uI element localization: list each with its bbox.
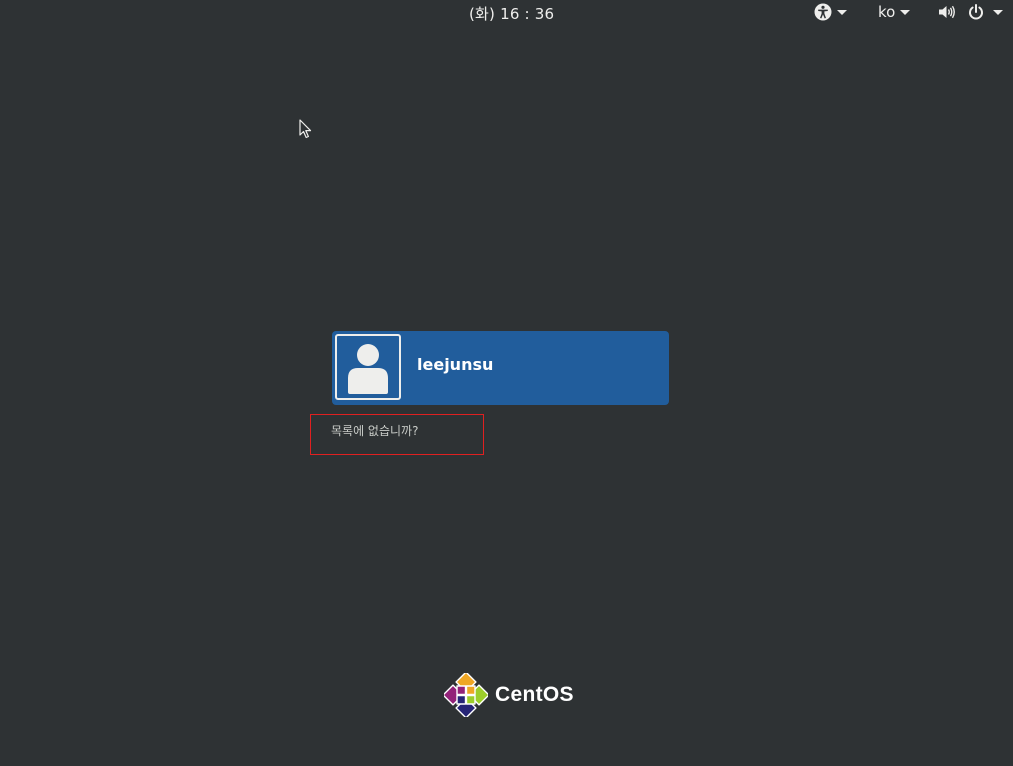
- logo-text: CentOS: [495, 683, 574, 706]
- system-menu[interactable]: [938, 2, 1003, 22]
- centos-logo: CentOS: [444, 672, 574, 718]
- not-listed-link[interactable]: 목록에 없습니까?: [331, 422, 418, 439]
- speaker-icon: [939, 5, 955, 19]
- user-avatar-icon: [335, 334, 401, 400]
- chevron-down-icon: [993, 9, 1003, 15]
- centos-logo-icon: [444, 673, 488, 717]
- power-icon: [969, 4, 983, 20]
- chevron-down-icon: [900, 9, 911, 15]
- mouse-cursor-icon: [299, 119, 312, 139]
- accessibility-menu[interactable]: [814, 2, 847, 22]
- accessibility-icon: [814, 3, 832, 21]
- user-name: leejunsu: [417, 355, 494, 374]
- top-bar: (화) 16 : 36 ko: [0, 0, 1013, 26]
- clock[interactable]: (화) 16 : 36: [469, 3, 554, 24]
- language-label: ko: [878, 3, 896, 21]
- chevron-down-icon: [837, 9, 847, 15]
- language-menu[interactable]: ko: [878, 2, 911, 22]
- user-list-item[interactable]: leejunsu: [332, 331, 669, 405]
